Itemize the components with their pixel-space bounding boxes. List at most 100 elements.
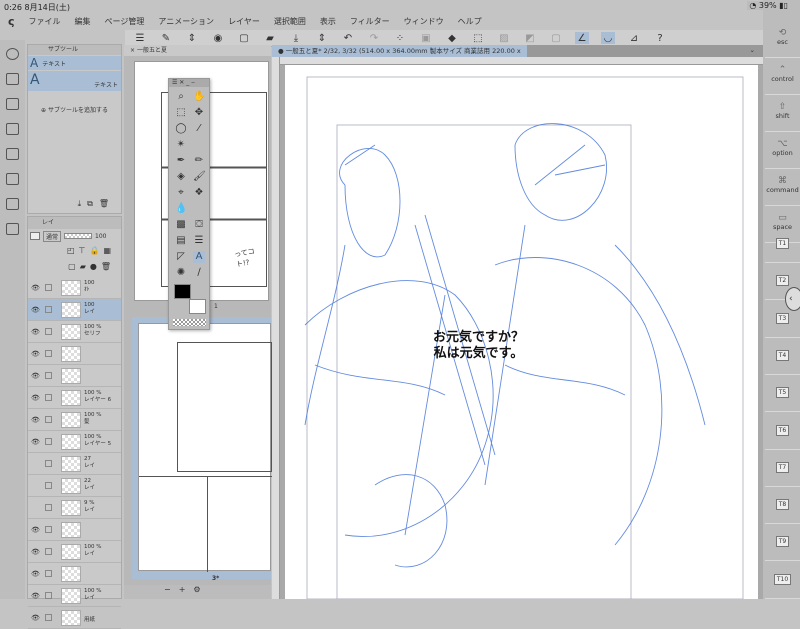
- color-swatch[interactable]: [30, 232, 40, 240]
- tone-icon[interactable]: ◩: [523, 32, 537, 44]
- layer-row[interactable]: 👁 100 % レイヤー 5: [28, 431, 121, 453]
- eye-icon[interactable]: 👁: [31, 548, 40, 556]
- page-manager-tab[interactable]: × 一般五と夏: [124, 45, 271, 56]
- speech-text[interactable]: お元気ですか？ 私は元気です。: [433, 330, 524, 362]
- menu-help[interactable]: ヘルプ: [458, 16, 482, 27]
- new-file-icon[interactable]: ▢: [237, 32, 251, 44]
- material-icon[interactable]: [6, 148, 19, 160]
- sub-color-swatch[interactable]: [189, 299, 206, 314]
- line-correct-icon[interactable]: ∕: [193, 267, 205, 279]
- layer-check[interactable]: [45, 328, 52, 335]
- layer-row[interactable]: 👁 100 % 髪: [28, 409, 121, 431]
- layer-property-icon[interactable]: [6, 98, 19, 110]
- menu-window[interactable]: ウィンドウ: [404, 16, 444, 27]
- layer-check[interactable]: [45, 504, 52, 511]
- eye-icon[interactable]: 👁: [31, 394, 40, 402]
- layer-row[interactable]: 22 レイ: [28, 475, 121, 497]
- menu-edit[interactable]: 編集: [75, 16, 91, 27]
- clear-icon[interactable]: ▨: [497, 32, 511, 44]
- eye-icon[interactable]: 👁: [31, 416, 40, 424]
- key-t1[interactable]: T1: [765, 227, 800, 263]
- material2-icon[interactable]: [6, 173, 19, 185]
- menu-file[interactable]: ファイル: [29, 16, 61, 27]
- undo-icon[interactable]: ↶: [341, 32, 355, 44]
- layer-row[interactable]: 👁 100 % レイヤー 6: [28, 387, 121, 409]
- layer-check[interactable]: [45, 548, 52, 555]
- key-t10[interactable]: T10: [765, 563, 800, 599]
- key-t8[interactable]: T8: [765, 488, 800, 525]
- trash-icon[interactable]: 🗑: [99, 199, 115, 208]
- blend-mode-select[interactable]: 通常: [43, 230, 62, 242]
- palette-header[interactable]: ☰ ✕ _ ‒: [169, 79, 209, 87]
- opacity-value[interactable]: 100: [95, 233, 106, 240]
- layer-check[interactable]: [45, 482, 52, 489]
- key-control[interactable]: ⌃ control: [765, 59, 800, 95]
- lock-alpha-icon[interactable]: ▦: [103, 246, 115, 255]
- fill-icon[interactable]: ⛋: [193, 219, 205, 231]
- layer-row[interactable]: 👁 100 レイ: [28, 299, 121, 321]
- ref-icon[interactable]: ⊤: [79, 246, 90, 255]
- move-icon[interactable]: ✥: [193, 107, 205, 119]
- eye-icon[interactable]: 👁: [31, 526, 40, 534]
- download-icon[interactable]: ⤓: [78, 199, 88, 208]
- frame-icon[interactable]: ▤: [175, 235, 187, 247]
- select-icon[interactable]: ⬚: [175, 107, 187, 119]
- layer-check[interactable]: [45, 372, 52, 379]
- layer-check[interactable]: [45, 570, 52, 577]
- layer-row[interactable]: 👁: [28, 365, 121, 387]
- lock-icon[interactable]: 🔒: [89, 246, 103, 255]
- layer-row[interactable]: 👁 用紙: [28, 607, 121, 629]
- layer-row[interactable]: 27 レイ: [28, 453, 121, 475]
- eraser-icon[interactable]: ◈: [175, 171, 187, 183]
- layer-check[interactable]: [45, 350, 52, 357]
- key-command[interactable]: ⌘ command: [765, 170, 800, 206]
- brush-icon[interactable]: 🖌: [193, 171, 206, 183]
- eyedropper-icon[interactable]: ⁄: [193, 123, 205, 135]
- new-folder-icon[interactable]: ▰: [80, 262, 90, 271]
- eye-icon[interactable]: 👁: [31, 328, 40, 336]
- chevron-down-icon[interactable]: ⌄: [750, 46, 755, 54]
- subview-icon[interactable]: [6, 73, 19, 85]
- pen-icon[interactable]: ✒: [175, 155, 187, 167]
- collapse-handle-icon[interactable]: ‹: [785, 287, 800, 311]
- layer-row[interactable]: 👁: [28, 563, 121, 585]
- help-icon[interactable]: ?: [653, 32, 667, 44]
- layer-row[interactable]: 👁 100 % レイ: [28, 585, 121, 607]
- blend-icon[interactable]: ❖: [193, 187, 205, 199]
- lasso-icon[interactable]: ◯: [175, 123, 187, 135]
- zoom-out-icon[interactable]: −: [164, 585, 179, 594]
- layer-row[interactable]: 👁 100 % レイ: [28, 541, 121, 563]
- text-icon[interactable]: A: [193, 251, 205, 263]
- menu-page[interactable]: ページ管理: [105, 16, 145, 27]
- special-ruler-icon[interactable]: ◡: [601, 32, 615, 44]
- fill-drop-icon[interactable]: 💧: [175, 203, 187, 215]
- layer-check[interactable]: [45, 614, 52, 621]
- ruler-snap-icon[interactable]: ∠: [575, 32, 589, 44]
- airbrush-icon[interactable]: ⌖: [175, 187, 187, 199]
- layer-row[interactable]: 👁 100 % セリフ: [28, 321, 121, 343]
- menu-selection[interactable]: 選択範囲: [274, 16, 306, 27]
- menu-filter[interactable]: フィルター: [350, 16, 390, 27]
- key-shift[interactable]: ⇧ shift: [765, 96, 800, 132]
- timeline-icon[interactable]: [6, 123, 19, 135]
- key-esc[interactable]: ⟲ esc: [765, 22, 800, 58]
- layer-row[interactable]: 👁: [28, 343, 121, 365]
- add-subtool-button[interactable]: ⊕ サブツールを追加する: [28, 105, 121, 114]
- subtool-item-text-large[interactable]: A テキスト: [28, 71, 121, 91]
- new-layer-icon[interactable]: ▢: [68, 262, 80, 271]
- subtool-item-text[interactable]: A テキスト: [28, 56, 121, 70]
- edit-icon[interactable]: ✎: [159, 32, 173, 44]
- eye-icon[interactable]: 👁: [31, 372, 40, 380]
- app-logo-icon[interactable]: ς: [8, 15, 15, 28]
- crop-icon[interactable]: ▣: [419, 32, 433, 44]
- eye-icon[interactable]: 👁: [31, 438, 40, 446]
- duplicate-icon[interactable]: ⧉: [87, 199, 99, 208]
- delete-layer-icon[interactable]: 🗑: [101, 262, 115, 271]
- zoom-in-icon[interactable]: +: [179, 585, 194, 594]
- layer-check[interactable]: [45, 592, 52, 599]
- eye-icon[interactable]: 👁: [31, 570, 40, 578]
- key-t9[interactable]: T9: [765, 525, 800, 562]
- fill-icon[interactable]: ◆: [445, 32, 459, 44]
- pencil-icon[interactable]: ✏: [193, 155, 205, 167]
- gradient-icon[interactable]: ▩: [175, 219, 187, 231]
